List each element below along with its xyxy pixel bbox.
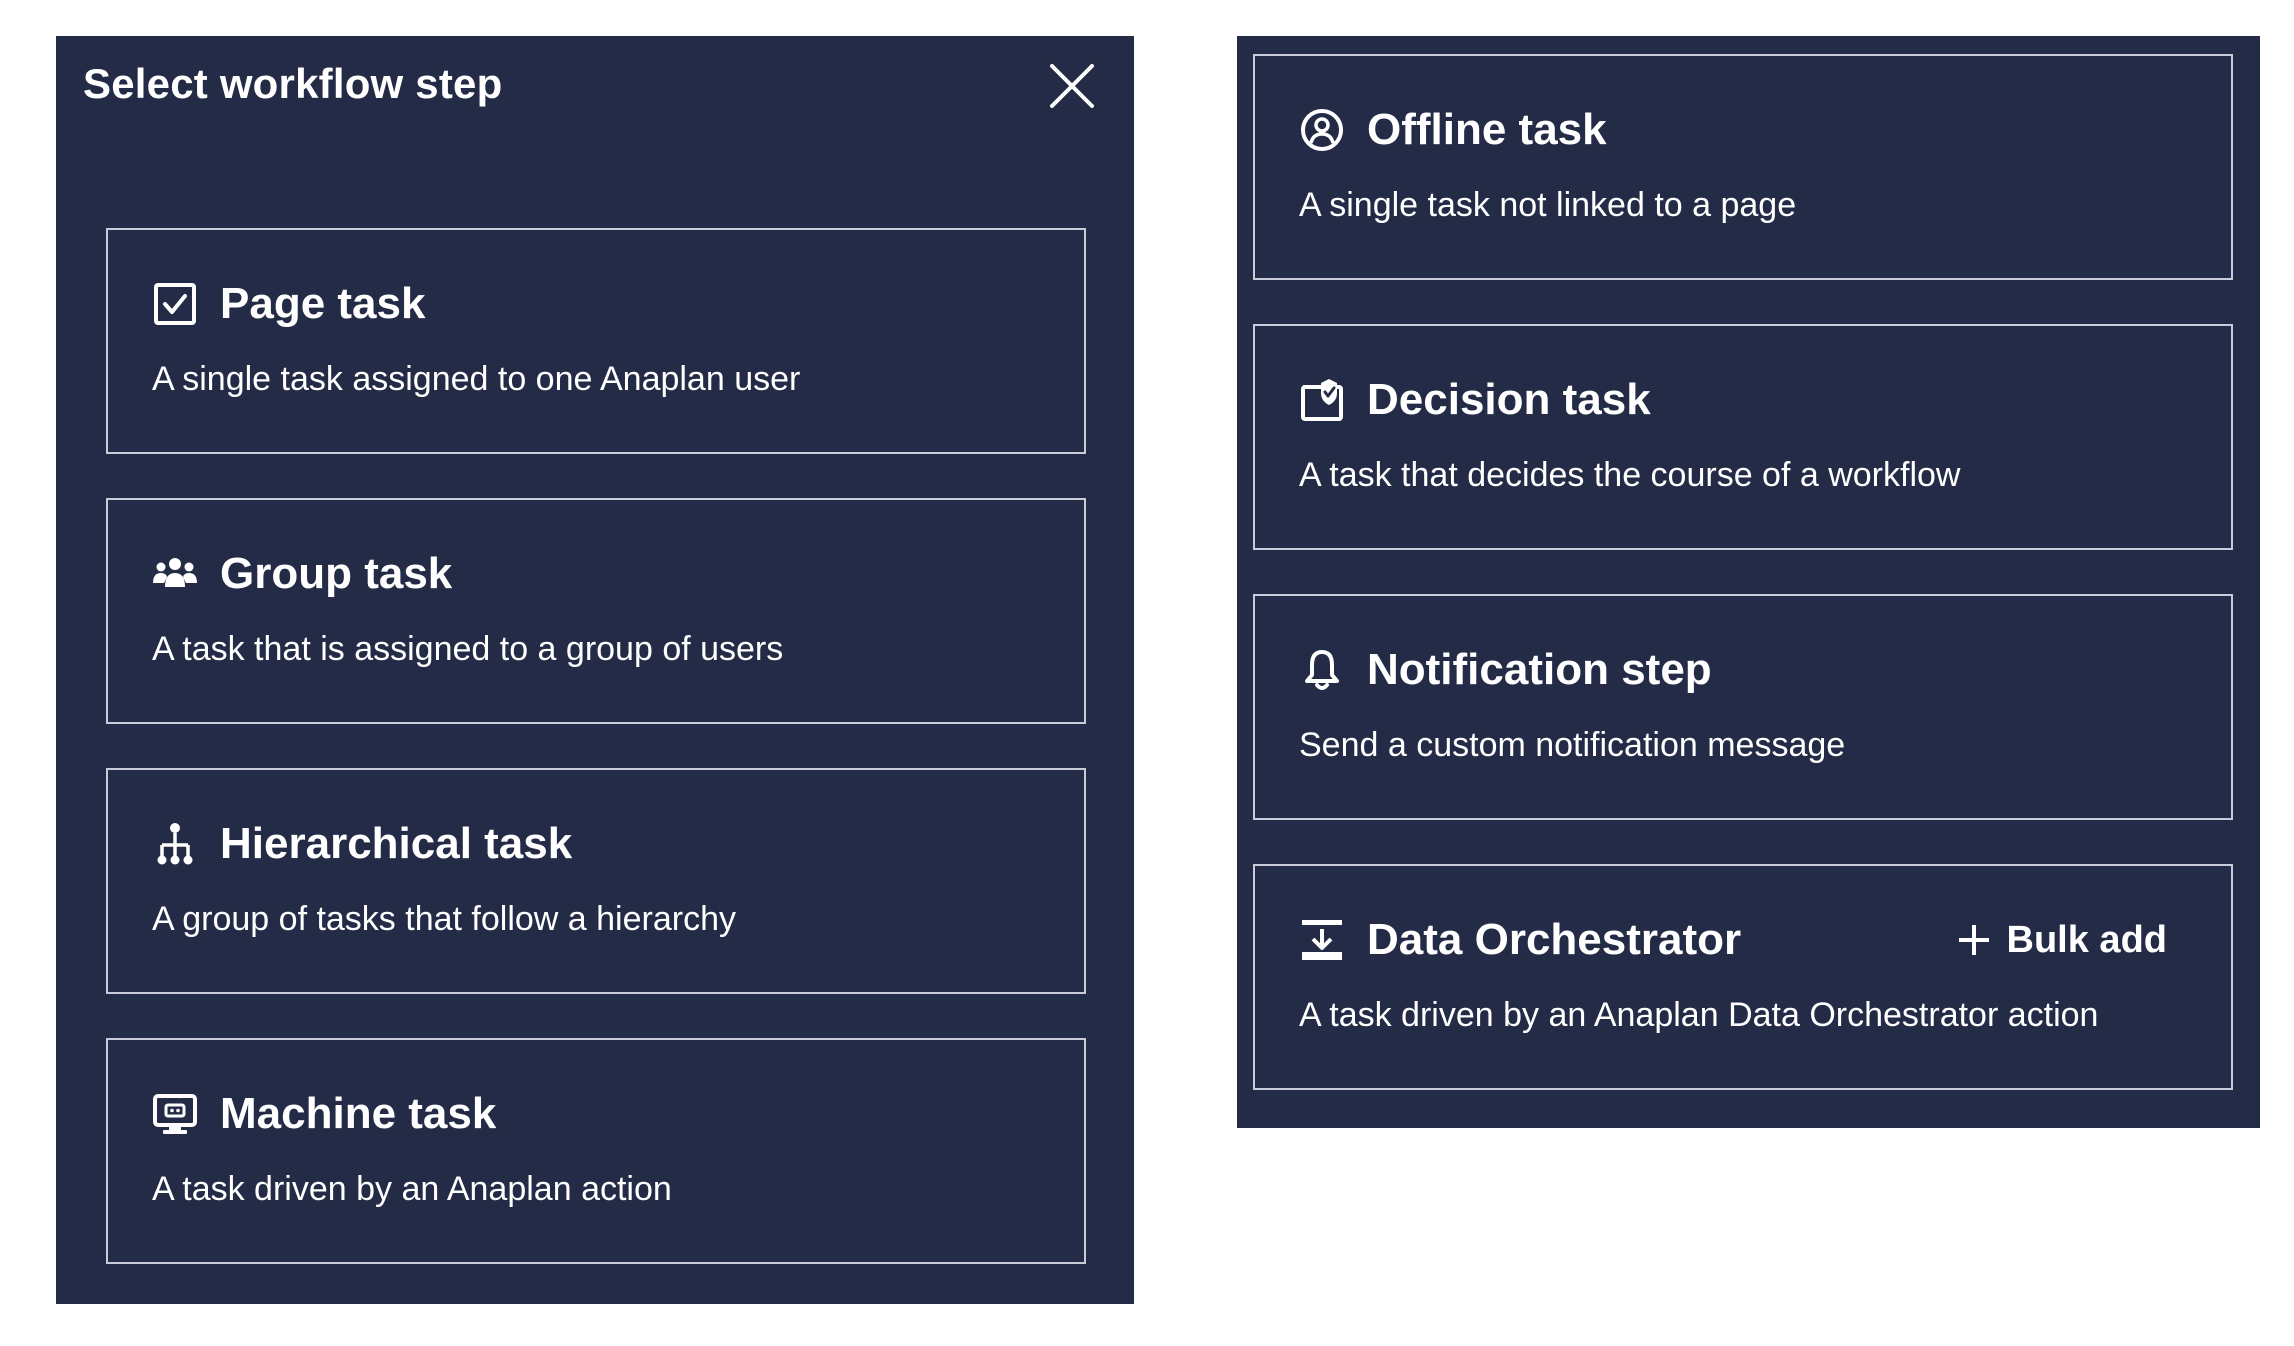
card-header: Offline task — [1299, 102, 1607, 158]
step-card-decision-task[interactable]: Decision task A task that decides the co… — [1253, 324, 2233, 550]
select-workflow-step-dialog: Select workflow step Page task A single … — [56, 36, 1134, 1304]
screenshot-canvas: Select workflow step Page task A single … — [0, 0, 2294, 1346]
step-title: Hierarchical task — [220, 819, 573, 868]
card-header: Machine task — [152, 1086, 496, 1142]
bulk-add-label: Bulk add — [2006, 918, 2167, 961]
step-title: Data Orchestrator — [1367, 915, 1742, 964]
step-card-notification-step[interactable]: Notification step Send a custom notifica… — [1253, 594, 2233, 820]
step-title: Decision task — [1367, 375, 1651, 424]
step-card-page-task[interactable]: Page task A single task assigned to one … — [106, 228, 1086, 454]
checkbox-page-icon — [152, 281, 198, 327]
plus-icon — [1958, 925, 1989, 955]
step-title: Notification step — [1367, 645, 1712, 694]
step-title: Offline task — [1367, 105, 1607, 154]
step-card-offline-task[interactable]: Offline task A single task not linked to… — [1253, 54, 2233, 280]
step-description: A single task not linked to a page — [1299, 186, 1797, 224]
card-header: Notification step — [1299, 642, 1712, 698]
step-card-hierarchical-task[interactable]: Hierarchical task A group of tasks that … — [106, 768, 1086, 994]
decision-check-icon — [1299, 377, 1345, 423]
step-title: Group task — [220, 549, 453, 598]
card-header: Group task — [152, 546, 452, 602]
card-header: Decision task — [1299, 372, 1651, 428]
step-description: A group of tasks that follow a hierarchy — [152, 900, 736, 938]
step-description: A task driven by an Anaplan Data Orchest… — [1299, 996, 2099, 1034]
bell-icon — [1299, 647, 1345, 693]
dialog-title: Select workflow step — [83, 60, 503, 107]
step-card-data-orchestrator[interactable]: Data Orchestrator Bulk add A task driven… — [1253, 864, 2233, 1090]
data-import-icon — [1299, 917, 1345, 963]
bulk-add-button[interactable]: Bulk add — [1955, 916, 2167, 964]
step-title: Page task — [220, 279, 426, 328]
hierarchy-icon — [152, 821, 198, 867]
step-description: A task that is assigned to a group of us… — [152, 630, 784, 668]
close-icon — [1050, 64, 1094, 108]
close-button[interactable] — [1044, 58, 1100, 114]
step-card-group-task[interactable]: Group task A task that is assigned to a … — [106, 498, 1086, 724]
step-description: A task driven by an Anaplan action — [152, 1170, 672, 1208]
card-header: Data Orchestrator — [1299, 912, 1741, 968]
step-description: A single task assigned to one Anaplan us… — [152, 360, 801, 398]
machine-screen-icon — [152, 1091, 198, 1137]
step-description: Send a custom notification message — [1299, 726, 1846, 764]
workflow-step-list-continued: Offline task A single task not linked to… — [1237, 36, 2260, 1128]
group-users-icon — [152, 551, 198, 597]
card-header: Hierarchical task — [152, 816, 572, 872]
step-title: Machine task — [220, 1089, 497, 1138]
step-description: A task that decides the course of a work… — [1299, 456, 1961, 494]
user-circle-icon — [1299, 107, 1345, 153]
step-card-machine-task[interactable]: Machine task A task driven by an Anaplan… — [106, 1038, 1086, 1264]
card-header: Page task — [152, 276, 425, 332]
